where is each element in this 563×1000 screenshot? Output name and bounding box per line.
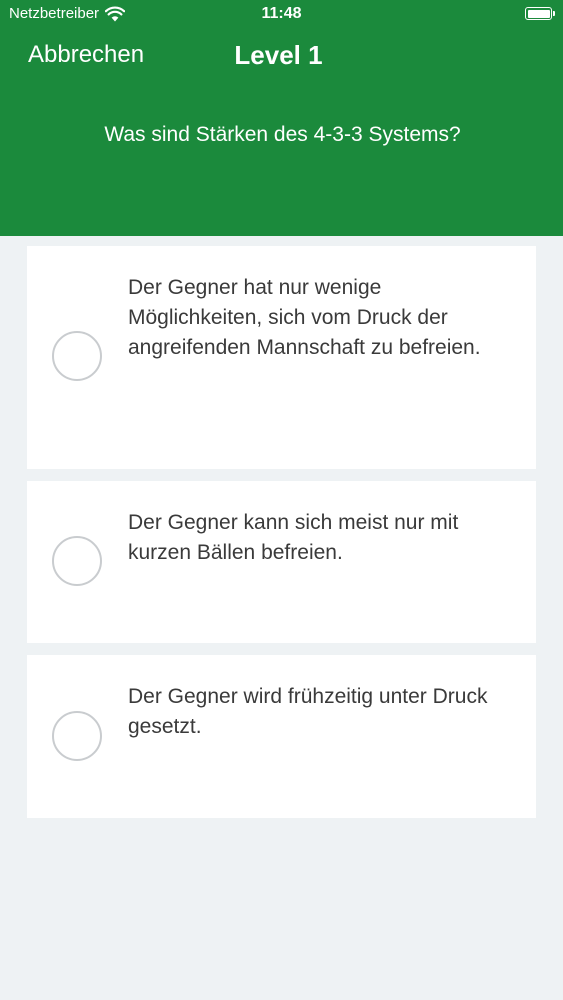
battery-fill	[527, 9, 550, 18]
answer-option-1[interactable]: Der Gegner hat nur wenige Möglichkeiten,…	[27, 246, 536, 469]
radio-button-2[interactable]	[52, 536, 102, 586]
answer-list: Der Gegner hat nur wenige Möglichkeiten,…	[27, 246, 536, 830]
answer-text-2: Der Gegner kann sich meist nur mit kurze…	[128, 511, 459, 564]
radio-button-1[interactable]	[52, 331, 102, 381]
radio-button-3[interactable]	[52, 711, 102, 761]
page-title: Level 1	[234, 40, 323, 70]
battery-icon	[525, 7, 555, 20]
answer-text-3: Der Gegner wird frühzeitig unter Druck g…	[128, 685, 488, 738]
answer-option-2[interactable]: Der Gegner kann sich meist nur mit kurze…	[27, 481, 536, 643]
status-time: 11:48	[261, 5, 302, 22]
battery-nub	[553, 11, 555, 16]
answer-option-3[interactable]: Der Gegner wird frühzeitig unter Druck g…	[27, 655, 536, 818]
header: Netzbetreiber 11:48 Abbrechen Level 1 Wa…	[0, 0, 563, 236]
answer-text-1: Der Gegner hat nur wenige Möglichkeiten,…	[128, 276, 481, 359]
question-text: Was sind Stärken des 4-3-3 Systems?	[104, 123, 461, 146]
status-bar: Netzbetreiber 11:48	[0, 0, 563, 30]
